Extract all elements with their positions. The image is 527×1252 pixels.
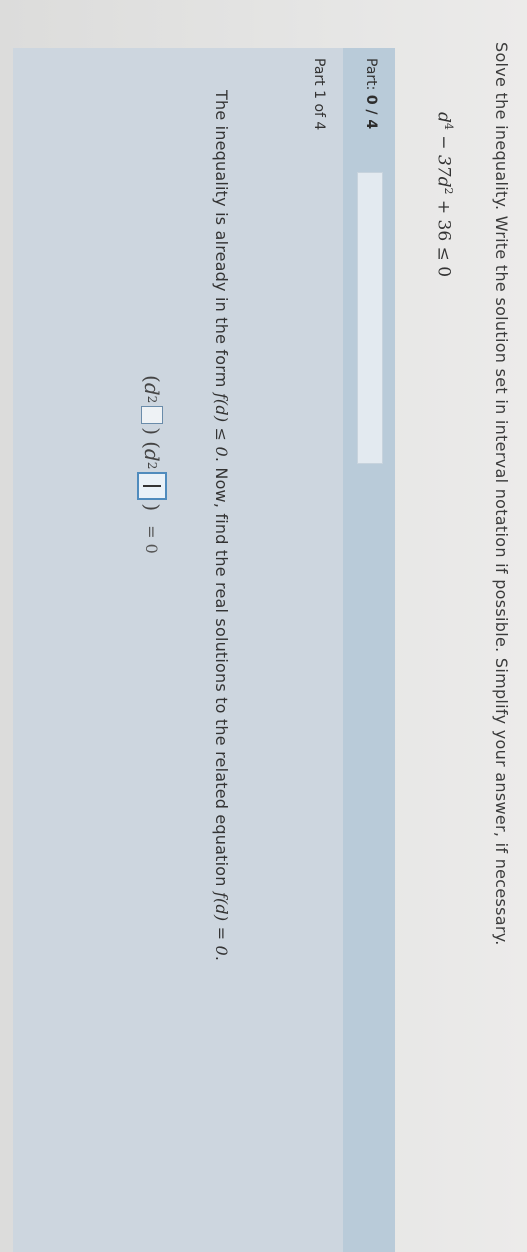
part-label-prefix: Part: — [363, 58, 379, 95]
eq-exp1: 2 — [145, 395, 159, 404]
eq-close1: ) — [140, 427, 164, 436]
eq-var1: d — [140, 382, 164, 396]
factored-equation: ( d2 ) ( d2 ) = 0 — [137, 375, 167, 554]
question-page: Solve the inequality. Write the solution… — [0, 0, 527, 1252]
expr-term2: − 37d — [433, 135, 454, 188]
eq-rhs: = 0 — [142, 525, 162, 554]
step-panel — [13, 48, 343, 1252]
expr-exp2: 2 — [442, 187, 455, 195]
instruction-text-c: . — [212, 955, 231, 962]
instruction-text-a: The inequality is already in the form — [212, 90, 231, 393]
expr-tail: + 36 ≤ 0 — [433, 199, 454, 278]
question-prompt: Solve the inequality. Write the solution… — [492, 42, 511, 946]
part-progress-value: 0 / 4 — [363, 94, 379, 130]
eq-open2: ( — [140, 441, 164, 449]
text-caret — [143, 485, 161, 487]
part-progress-label: Part: 0 / 4 — [363, 58, 379, 129]
instruction-math-a: f(d) ≤ 0 — [212, 392, 231, 457]
step-instruction: The inequality is already in the form f(… — [212, 90, 231, 961]
eq-exp2: 2 — [145, 461, 159, 470]
expr-exp1: 4 — [442, 122, 455, 130]
step-label: Part 1 of 4 — [311, 58, 327, 131]
answer-input-1[interactable] — [141, 406, 163, 425]
expr-term1: d — [433, 112, 454, 123]
inequality-expression: d4 − 37d2 + 36 ≤ 0 — [433, 112, 455, 277]
part-progress-bar — [357, 172, 383, 464]
instruction-math-b: f(d) = 0 — [212, 891, 231, 956]
eq-close2: ) — [140, 503, 164, 512]
answer-input-2[interactable] — [137, 472, 167, 501]
instruction-text-b: . Now, find the real solutions to the re… — [212, 456, 231, 892]
eq-var2: d — [140, 448, 164, 462]
eq-open1: ( — [140, 375, 164, 383]
